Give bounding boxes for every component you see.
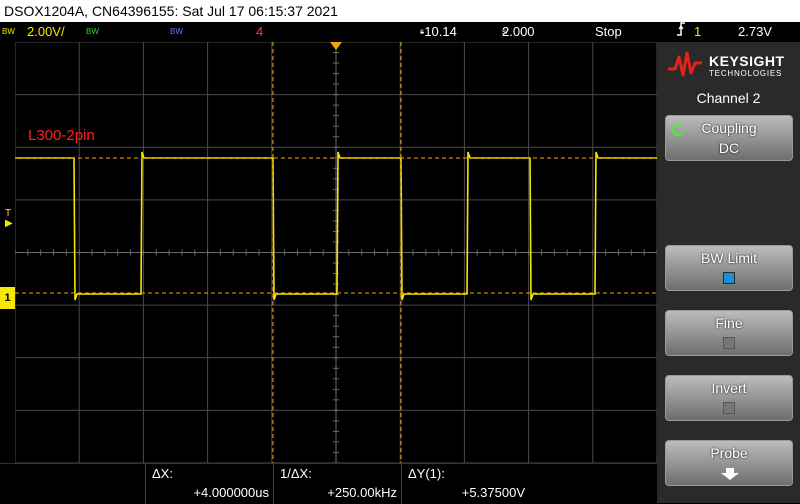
keysight-wave-icon [668,51,702,77]
trace-label: L300-2pin [28,127,95,144]
waveform-graticule [15,42,657,463]
inverse-delta-x-readout: 1/ΔX: +250.00kHz [273,464,401,504]
graticule-grid [15,42,657,463]
bw-limit-checkbox[interactable] [723,272,735,284]
probe-softkey[interactable]: Probe [665,440,793,486]
waveform-display[interactable]: L300-2pin [15,42,657,463]
panel-title: Channel 2 [696,90,761,106]
delta-x-readout: ΔX: +4.000000us [145,464,273,504]
trigger-level[interactable]: 2.73V [738,22,772,42]
arrow-down-icon [721,468,739,480]
status-bar: BW 2.00V/ BW BW 4 -10.14 s 2.000 s/ Stop 1… [0,22,800,42]
coupling-softkey[interactable]: Coupling DC [665,115,793,161]
delta-y-readout: ΔY(1): +5.37500V [401,464,529,504]
ch1-ground-marker[interactable]: 1 [0,287,15,309]
trigger-position-marker[interactable] [330,42,342,50]
measurement-bar: ΔX: +4.000000us 1/ΔX: +250.00kHz ΔY(1): … [0,463,657,504]
invert-softkey[interactable]: Invert [665,375,793,421]
fine-checkbox[interactable] [723,337,735,349]
bw-limit-softkey[interactable]: BW Limit [665,245,793,291]
window-title: DSOX1204A, CN64396155: Sat Jul 17 06:15:… [0,0,800,22]
invert-checkbox[interactable] [723,402,735,414]
ch1-scale[interactable]: 2.00V/ [27,22,65,42]
run-state[interactable]: Stop [595,22,622,42]
trigger-channel[interactable]: 1 [694,22,701,42]
softkey-panel: KEYSIGHT TECHNOLOGIES Channel 2 Coupling… [657,42,800,503]
trigger-level-marker[interactable]: T ▶ [5,209,13,229]
trigger-edge-icon [676,22,686,42]
ch4-indicator[interactable]: 4 [256,22,263,42]
fine-softkey[interactable]: Fine [665,310,793,356]
keysight-logo: KEYSIGHT TECHNOLOGIES [667,47,797,83]
